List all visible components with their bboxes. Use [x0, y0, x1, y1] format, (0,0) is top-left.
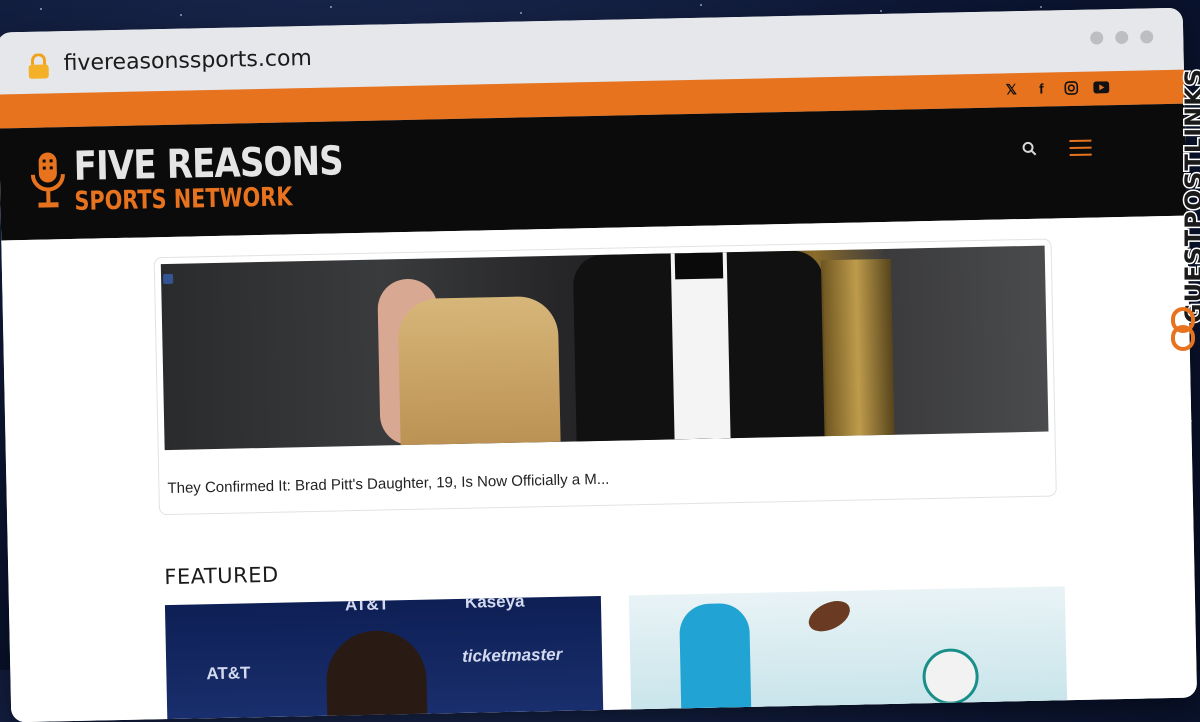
sponsor-text: AT&T — [206, 663, 251, 684]
football-image — [803, 594, 855, 638]
featured-thumbnail[interactable]: AT&T AT&T ticketmaster Kaseya — [164, 595, 604, 722]
site-logo[interactable]: FIVE REASONS SPORTS NETWORK — [29, 138, 391, 217]
sponsored-article-card[interactable]: They Confirmed It: Brad Pitt's Daughter,… — [153, 238, 1057, 516]
window-dot[interactable] — [1140, 30, 1154, 44]
microphone-icon — [30, 152, 65, 208]
logo-subtitle: SPORTS NETWORK — [74, 182, 293, 217]
watermark: GUESTPOSTLINKS — [1162, 58, 1200, 358]
featured-thumbnail[interactable] — [628, 586, 1068, 716]
sponsor-text: Kaseya — [464, 595, 525, 612]
article-hero-image[interactable] — [160, 245, 1049, 451]
facebook-icon[interactable]: f — [1032, 79, 1050, 97]
ad-badge-icon — [163, 273, 174, 285]
instagram-icon[interactable] — [1062, 79, 1080, 97]
article-title[interactable]: They Confirmed It: Brad Pitt's Daughter,… — [167, 471, 609, 497]
coach-photo — [325, 629, 428, 722]
logo-title: FIVE REASONS — [73, 138, 344, 190]
watermark-text: GUESTPOSTLINKS — [1179, 67, 1200, 325]
helmet-image — [922, 648, 980, 706]
youtube-icon[interactable] — [1092, 78, 1110, 96]
featured-heading: FEATURED — [164, 562, 279, 590]
address-bar-url[interactable]: fivereasonssports.com — [63, 46, 312, 76]
player-photo — [679, 602, 752, 715]
lock-icon — [28, 53, 49, 79]
menu-icon[interactable] — [1069, 139, 1092, 157]
window-dot[interactable] — [1115, 30, 1129, 45]
x-icon[interactable]: 𝕏 — [1002, 80, 1020, 98]
browser-window: fivereasonssports.com 𝕏 f FIVE REASONS S… — [0, 7, 1198, 722]
link-icon — [1171, 307, 1195, 351]
search-icon[interactable] — [1021, 141, 1037, 157]
sponsor-text: ticketmaster — [461, 644, 563, 666]
window-controls — [1090, 30, 1154, 45]
main-content: They Confirmed It: Brad Pitt's Daughter,… — [1, 215, 1198, 722]
social-links: 𝕏 f — [1002, 78, 1110, 98]
window-dot[interactable] — [1090, 31, 1104, 45]
sponsor-text: AT&T — [344, 595, 390, 615]
